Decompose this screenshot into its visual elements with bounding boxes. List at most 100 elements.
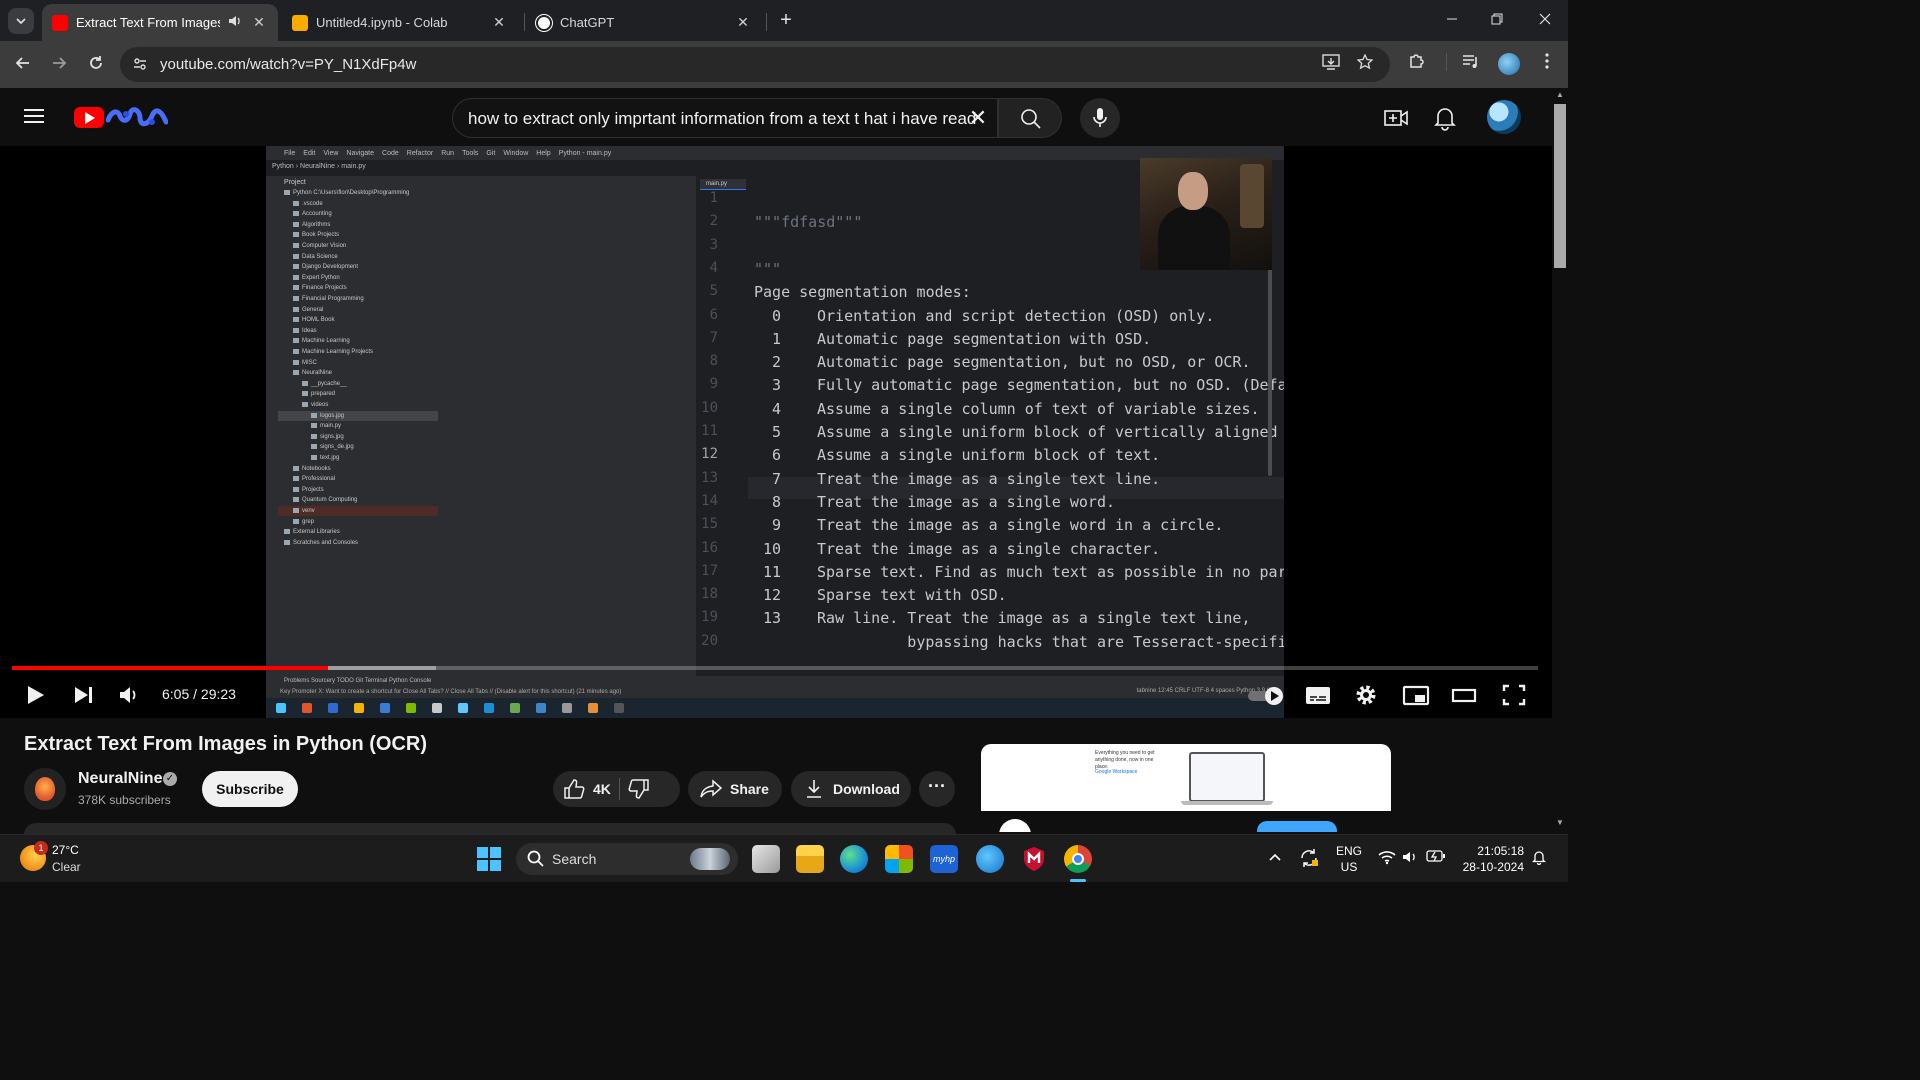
minimize-button[interactable] [1437, 8, 1467, 32]
bookmark-star-icon[interactable] [1354, 53, 1376, 76]
guide-menu-button[interactable] [24, 105, 48, 129]
start-button[interactable] [477, 847, 501, 871]
share-button[interactable]: Share [688, 771, 782, 807]
mcafee-icon[interactable] [1020, 845, 1048, 873]
miniplayer-button[interactable] [1396, 680, 1436, 710]
more-actions-button[interactable]: ··· [919, 771, 955, 807]
search-button[interactable] [998, 98, 1062, 138]
code-line: Assume a single uniform block of text. [817, 446, 1161, 465]
notification-bell-icon[interactable] [1531, 849, 1547, 868]
edge-browser-icon[interactable] [840, 845, 868, 873]
tab-search-button[interactable] [8, 8, 34, 34]
reload-button[interactable] [83, 52, 109, 78]
lang-bottom: US [1340, 860, 1358, 874]
clear-search-icon[interactable]: ✕ [965, 105, 991, 131]
youtube-logo-icon[interactable] [74, 107, 104, 128]
subscribe-button[interactable]: Subscribe [202, 771, 298, 807]
search-query-text[interactable]: how to extract only imprtant information… [468, 109, 976, 129]
tab-chatgpt[interactable]: ChatGPT ✕ [526, 4, 762, 41]
progress-bar[interactable] [12, 666, 1538, 670]
sync-icon[interactable] [1298, 847, 1320, 872]
youtube-masthead: how to extract only imprtant information… [0, 88, 1552, 146]
channel-name[interactable]: NeuralNine [78, 770, 162, 788]
back-button[interactable] [10, 52, 36, 78]
temperature[interactable]: 27°C [52, 843, 79, 857]
tree-item-label: videos [311, 402, 329, 408]
voice-search-button[interactable] [1080, 98, 1120, 138]
next-button[interactable] [64, 680, 104, 710]
folder-icon [293, 327, 299, 333]
chrome-icon[interactable] [1064, 845, 1092, 873]
wifi-icon[interactable] [1378, 849, 1396, 868]
youtube-doodle-icon[interactable] [106, 106, 168, 130]
battery-icon[interactable] [1426, 849, 1446, 866]
settings-button[interactable] [1346, 680, 1386, 710]
tree-item: prepared [278, 389, 438, 399]
close-window-button[interactable] [1530, 8, 1560, 32]
url-text[interactable]: youtube.com/watch?v=PY_N1XdFp4w [160, 56, 416, 73]
address-bar[interactable]: youtube.com/watch?v=PY_N1XdFp4w [120, 47, 1390, 82]
media-controls-button[interactable] [1458, 52, 1484, 78]
site-info-icon[interactable] [132, 56, 150, 74]
play-button[interactable] [18, 680, 58, 710]
myhp-app-icon[interactable]: myhp [930, 845, 958, 873]
mode-number: 10 [763, 539, 782, 558]
tree-item-label: grep [302, 518, 315, 525]
system-clock[interactable]: 21:05:18 28-10-2024 [1452, 843, 1524, 875]
show-hidden-icons-icon[interactable] [1268, 849, 1282, 865]
volume-button[interactable] [110, 680, 150, 710]
taskbar-search[interactable]: Search [516, 843, 738, 875]
microsoft-store-icon[interactable] [885, 845, 913, 873]
browser-profile-avatar[interactable] [1498, 53, 1520, 75]
forward-button[interactable] [46, 52, 72, 78]
close-tab-icon[interactable]: ✕ [734, 14, 752, 31]
folder-icon [293, 348, 299, 354]
fullscreen-button[interactable] [1494, 680, 1534, 710]
tree-item: Accounting [278, 209, 438, 219]
scroll-down-icon[interactable]: ▼ [1555, 818, 1565, 828]
autoplay-toggle[interactable] [1246, 680, 1286, 710]
reload-icon [90, 56, 102, 69]
like-button[interactable]: 4K [563, 778, 611, 800]
tab-youtube[interactable]: Extract Text From Images in ✕ [42, 4, 278, 41]
sponsored-ad-card[interactable]: Everything you need to get anything done… [981, 744, 1391, 832]
scroll-up-icon[interactable]: ▲ [1555, 90, 1565, 100]
extensions-button[interactable] [1404, 52, 1430, 78]
input-language[interactable]: ENG US [1336, 843, 1362, 875]
new-tab-button[interactable]: + [774, 8, 798, 32]
task-view-icon[interactable] [752, 845, 780, 873]
tree-item: signs_de.jpg [278, 442, 438, 452]
restore-button[interactable] [1482, 8, 1512, 32]
playlist-music-icon [1463, 55, 1477, 68]
folder-icon [293, 221, 299, 227]
scrollbar-thumb[interactable] [1554, 104, 1566, 268]
theater-mode-button[interactable] [1444, 680, 1484, 710]
download-icon [807, 780, 821, 798]
tree-item-label: Computer Vision [302, 243, 347, 249]
account-avatar[interactable] [1487, 100, 1521, 134]
video-player[interactable]: File Edit View Navigate Code Refactor Run Tools… [0, 146, 1552, 718]
page-scrollbar[interactable]: ▲ ▼ [1552, 88, 1568, 834]
line-number: 13 [701, 469, 718, 486]
tree-item: Machine Learning Projects [278, 347, 438, 357]
channel-avatar[interactable] [24, 768, 66, 810]
notifications-bell-icon[interactable] [1432, 105, 1458, 131]
help-tips-icon[interactable] [976, 845, 1004, 873]
download-button[interactable]: Download [791, 771, 911, 807]
subtitles-button[interactable] [1298, 680, 1338, 710]
dislike-button[interactable] [628, 778, 650, 800]
install-app-icon[interactable] [1320, 54, 1342, 76]
video-frame[interactable]: File Edit View Navigate Code Refactor Run Tools… [266, 146, 1284, 718]
search-input[interactable]: how to extract only imprtant information… [452, 98, 998, 138]
file-explorer-icon[interactable] [796, 845, 824, 873]
code-line: """fdfasd""" [754, 213, 863, 232]
speaker-icon[interactable] [228, 15, 242, 30]
close-tab-icon[interactable]: ✕ [490, 14, 508, 31]
browser-menu-button[interactable] [1534, 52, 1560, 78]
create-video-icon[interactable] [1383, 105, 1409, 131]
close-tab-icon[interactable]: ✕ [250, 14, 268, 31]
volume-icon[interactable] [1402, 849, 1418, 868]
weather-condition[interactable]: Clear [52, 860, 81, 874]
tab-colab[interactable]: Untitled4.ipynb - Colab ✕ [282, 4, 518, 41]
tree-item: Professional [278, 474, 438, 484]
